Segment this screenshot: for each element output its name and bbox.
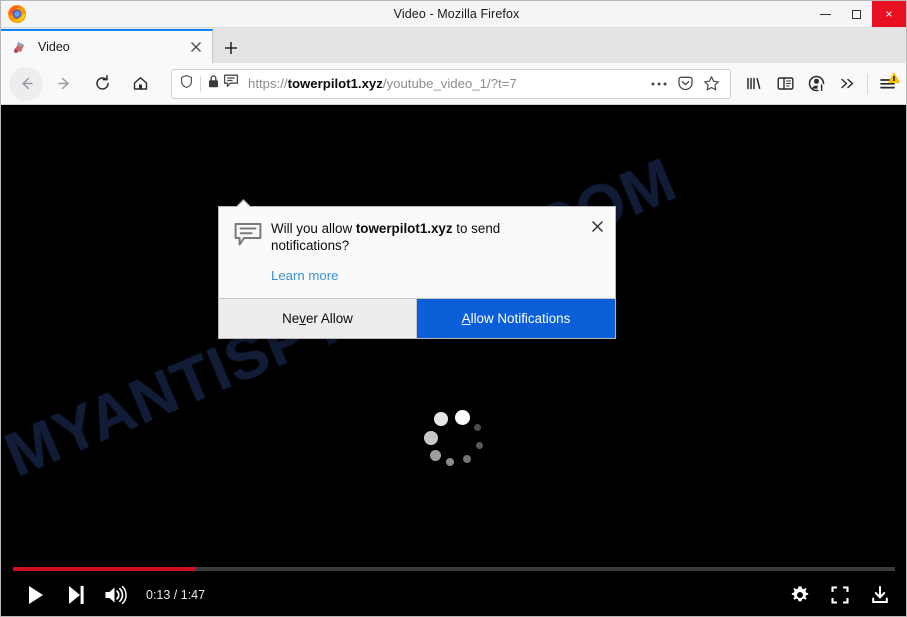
lock-icon[interactable] — [207, 74, 220, 94]
url-scheme: https:// — [248, 76, 288, 91]
tab-video[interactable]: Video — [1, 29, 213, 63]
tab-label: Video — [38, 40, 70, 54]
notification-bubble-icon — [234, 220, 264, 285]
tracking-protection-shield-icon[interactable] — [179, 74, 194, 94]
navigation-toolbar: https://towerpilot1.xyz/youtube_video_1/… — [1, 63, 906, 105]
loading-spinner-icon — [424, 410, 483, 467]
hamburger-menu-icon[interactable] — [872, 68, 903, 100]
account-icon[interactable] — [801, 68, 832, 100]
fullscreen-button[interactable] — [820, 575, 860, 615]
tab-strip: Video — [1, 28, 906, 63]
never-allow-accesskey: v — [299, 311, 306, 326]
never-allow-label: Never Allow — [282, 311, 353, 326]
library-icon[interactable] — [739, 68, 770, 100]
page-actions-icon[interactable] — [646, 71, 672, 97]
popup-close-icon[interactable] — [587, 216, 607, 236]
allow-notifications-button[interactable]: Allow Notifications — [417, 299, 615, 338]
maximize-button[interactable] — [841, 1, 872, 27]
close-window-button[interactable]: × — [872, 1, 906, 27]
new-tab-button[interactable] — [213, 32, 249, 63]
popup-message: Will you allow towerpilot1.xyz to send n… — [271, 220, 579, 254]
tab-close-icon[interactable] — [183, 34, 209, 60]
address-bar[interactable]: https://towerpilot1.xyz/youtube_video_1/… — [171, 68, 731, 99]
reload-button[interactable] — [85, 67, 119, 101]
learn-more-link[interactable]: Learn more — [271, 268, 338, 283]
url-path: /youtube_video_1/?t=7 — [382, 76, 517, 91]
home-button[interactable] — [123, 67, 157, 101]
title-bar: Video - Mozilla Firefox × — [1, 1, 906, 28]
settings-gear-icon[interactable] — [780, 575, 820, 615]
identity-box[interactable] — [172, 73, 239, 94]
forward-button[interactable] — [47, 67, 81, 101]
allow-accesskey: A — [461, 311, 471, 326]
bookmark-star-icon[interactable] — [698, 71, 724, 97]
video-favicon-icon — [12, 39, 28, 55]
popup-message-prefix: Will you allow — [271, 221, 356, 236]
url-actions — [646, 71, 730, 97]
sidebar-icon[interactable] — [770, 68, 801, 100]
toolbar-right-icons — [739, 68, 906, 100]
never-allow-button[interactable]: Never Allow — [219, 299, 417, 338]
allow-notifications-label: Allow Notifications — [461, 311, 571, 326]
notification-permission-icon[interactable] — [223, 73, 239, 94]
url-text[interactable]: https://towerpilot1.xyz/youtube_video_1/… — [248, 76, 646, 91]
video-time-display: 0:13 / 1:47 — [146, 588, 206, 602]
identity-separator — [200, 75, 201, 92]
minimize-button[interactable] — [810, 1, 841, 27]
volume-button[interactable] — [96, 575, 136, 615]
download-button[interactable] — [860, 575, 900, 615]
popup-arrow — [236, 199, 251, 207]
play-button[interactable] — [16, 575, 56, 615]
popup-text-block: Will you allow towerpilot1.xyz to send n… — [264, 220, 601, 285]
pocket-icon[interactable] — [672, 71, 698, 97]
back-button[interactable] — [9, 66, 43, 101]
url-host: towerpilot1.xyz — [287, 76, 383, 91]
overflow-chevrons-icon[interactable] — [832, 68, 863, 100]
window-controls: × — [810, 1, 906, 27]
browser-window: Video - Mozilla Firefox × Video https://… — [0, 0, 907, 617]
video-player-controls: 0:13 / 1:47 — [1, 567, 906, 616]
notification-permission-popup: Will you allow towerpilot1.xyz to send n… — [218, 206, 616, 339]
window-title: Video - Mozilla Firefox — [393, 7, 520, 21]
player-control-row: 0:13 / 1:47 — [1, 571, 906, 616]
popup-message-host: towerpilot1.xyz — [355, 221, 453, 236]
menu-warning-badge-icon — [888, 71, 900, 83]
popup-body: Will you allow towerpilot1.xyz to send n… — [219, 207, 615, 298]
firefox-logo-icon — [6, 3, 28, 25]
toolbar-separator — [867, 73, 868, 94]
next-track-button[interactable] — [56, 575, 96, 615]
video-page-content: MYANTISPYWARE.COM — [1, 105, 906, 616]
popup-actions: Never Allow Allow Notifications — [219, 298, 615, 338]
